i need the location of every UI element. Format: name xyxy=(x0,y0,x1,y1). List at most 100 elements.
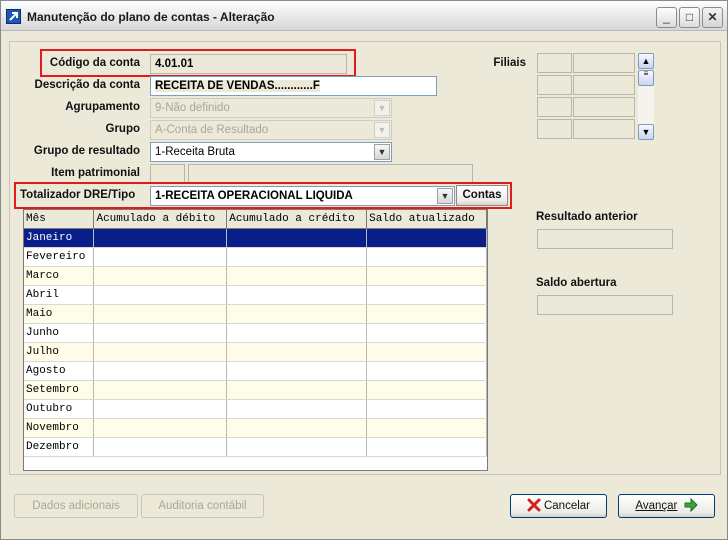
column-header-debito[interactable]: Acumulado a débito xyxy=(93,210,228,229)
months-table: Mês Acumulado a débito Acumulado a crédi… xyxy=(24,210,487,457)
descricao-label: Descrição da conta xyxy=(34,79,140,91)
filial-code-cell[interactable] xyxy=(537,75,572,95)
filial-name-cell[interactable] xyxy=(573,53,635,73)
grupo-value: A-Conta de Resultado xyxy=(155,124,269,136)
table-row[interactable]: Marco xyxy=(24,266,487,286)
next-button[interactable]: Avançar xyxy=(618,494,715,518)
debito-cell xyxy=(93,285,228,305)
credito-cell xyxy=(226,266,368,286)
chevron-down-icon: ▼ xyxy=(374,100,390,116)
column-header-mes[interactable]: Mês xyxy=(24,210,95,229)
debito-cell xyxy=(93,361,228,381)
credito-cell xyxy=(226,342,368,362)
chevron-down-icon[interactable]: ▼ xyxy=(374,144,390,160)
totalizador-value: 1-RECEITA OPERACIONAL LIQUIDA xyxy=(155,190,353,202)
table-row[interactable]: Abril xyxy=(24,285,487,305)
window-title: Manutenção do plano de contas - Alteraçã… xyxy=(27,10,275,24)
month-cell: Janeiro xyxy=(24,228,95,248)
debito-cell xyxy=(93,304,228,324)
scroll-down-icon[interactable]: ▼ xyxy=(638,124,654,140)
saldo-cell xyxy=(366,437,487,457)
item-patrimonial-field[interactable] xyxy=(188,164,473,184)
debito-cell xyxy=(93,418,228,438)
contas-button[interactable]: Contas xyxy=(456,185,508,206)
totalizador-select[interactable]: 1-RECEITA OPERACIONAL LIQUIDA ▼ xyxy=(150,186,455,206)
cancel-label: Cancelar xyxy=(543,500,591,512)
app-icon xyxy=(6,9,21,24)
filial-code-cell[interactable] xyxy=(537,53,572,73)
credito-cell xyxy=(226,418,368,438)
debito-cell xyxy=(93,342,228,362)
debito-cell xyxy=(93,228,228,248)
item-patrimonial-label: Item patrimonial xyxy=(51,167,140,179)
scroll-up-icon[interactable]: ▲ xyxy=(638,53,654,69)
agrupamento-label: Agrupamento xyxy=(65,101,140,113)
agrupamento-value: 9-Não definido xyxy=(155,102,230,114)
table-row[interactable]: Agosto xyxy=(24,361,487,381)
filial-name-cell[interactable] xyxy=(573,97,635,117)
month-cell: Abril xyxy=(24,285,95,305)
dados-adicionais-button: Dados adicionais xyxy=(14,494,138,518)
saldo-cell xyxy=(366,285,487,305)
table-row[interactable]: Janeiro xyxy=(24,228,487,248)
credito-cell xyxy=(226,361,368,381)
month-cell: Julho xyxy=(24,342,95,362)
month-cell: Dezembro xyxy=(24,437,95,457)
saldo-cell xyxy=(366,228,487,248)
saldo-cell xyxy=(366,342,487,362)
filial-code-cell[interactable] xyxy=(537,119,572,139)
month-cell: Junho xyxy=(24,323,95,343)
chevron-down-icon[interactable]: ▼ xyxy=(437,188,453,204)
saldo-cell xyxy=(366,380,487,400)
item-patrimonial-code[interactable] xyxy=(150,164,185,184)
column-header-credito[interactable]: Acumulado a crédito xyxy=(226,210,368,229)
cancel-button[interactable]: Cancelar xyxy=(510,494,607,518)
resultado-anterior-label: Resultado anterior xyxy=(536,211,638,223)
table-row[interactable]: Fevereiro xyxy=(24,247,487,267)
dialog-window: Manutenção do plano de contas - Alteraçã… xyxy=(0,0,728,540)
credito-cell xyxy=(226,247,368,267)
month-cell: Agosto xyxy=(24,361,95,381)
credito-cell xyxy=(226,285,368,305)
saldo-cell xyxy=(366,323,487,343)
cancel-icon xyxy=(527,498,541,512)
credito-cell xyxy=(226,437,368,457)
title-bar[interactable]: Manutenção do plano de contas - Alteraçã… xyxy=(1,1,727,31)
saldo-cell xyxy=(366,399,487,419)
totalizador-label: Totalizador DRE/Tipo xyxy=(20,189,136,201)
minimize-button[interactable]: _ xyxy=(656,7,677,28)
grupo-resultado-value: 1-Receita Bruta xyxy=(155,146,235,158)
auditoria-button: Auditoria contábil xyxy=(141,494,264,518)
table-row[interactable]: Setembro xyxy=(24,380,487,400)
table-header-row: Mês Acumulado a débito Acumulado a crédi… xyxy=(24,210,487,229)
filial-name-cell[interactable] xyxy=(573,75,635,95)
scroll-thumb[interactable]: ≡ xyxy=(638,70,654,86)
credito-cell xyxy=(226,304,368,324)
resultado-anterior-field[interactable] xyxy=(537,229,673,249)
table-row[interactable]: Maio xyxy=(24,304,487,324)
filial-name-cell[interactable] xyxy=(573,119,635,139)
filial-code-cell[interactable] xyxy=(537,97,572,117)
debito-cell xyxy=(93,266,228,286)
table-row[interactable]: Junho xyxy=(24,323,487,343)
arrow-right-icon xyxy=(684,497,698,513)
descricao-field[interactable]: RECEITA DE VENDAS............F xyxy=(150,76,437,96)
chevron-down-icon: ▼ xyxy=(374,122,390,138)
scroll-track[interactable] xyxy=(638,86,654,124)
table-row[interactable]: Outubro xyxy=(24,399,487,419)
close-button[interactable]: ✕ xyxy=(702,7,723,28)
table-row[interactable]: Julho xyxy=(24,342,487,362)
month-cell: Maio xyxy=(24,304,95,324)
saldo-abertura-field[interactable] xyxy=(537,295,673,315)
credito-cell xyxy=(226,399,368,419)
grupo-resultado-select[interactable]: 1-Receita Bruta ▼ xyxy=(150,142,392,162)
table-row[interactable]: Dezembro xyxy=(24,437,487,457)
next-label: Avançar xyxy=(635,500,678,512)
saldo-cell xyxy=(366,266,487,286)
months-grid[interactable]: Mês Acumulado a débito Acumulado a crédi… xyxy=(23,209,488,471)
maximize-button[interactable]: □ xyxy=(679,7,700,28)
credito-cell xyxy=(226,323,368,343)
codigo-field[interactable]: 4.01.01 xyxy=(150,54,347,74)
table-row[interactable]: Novembro xyxy=(24,418,487,438)
column-header-saldo[interactable]: Saldo atualizado xyxy=(366,210,487,229)
